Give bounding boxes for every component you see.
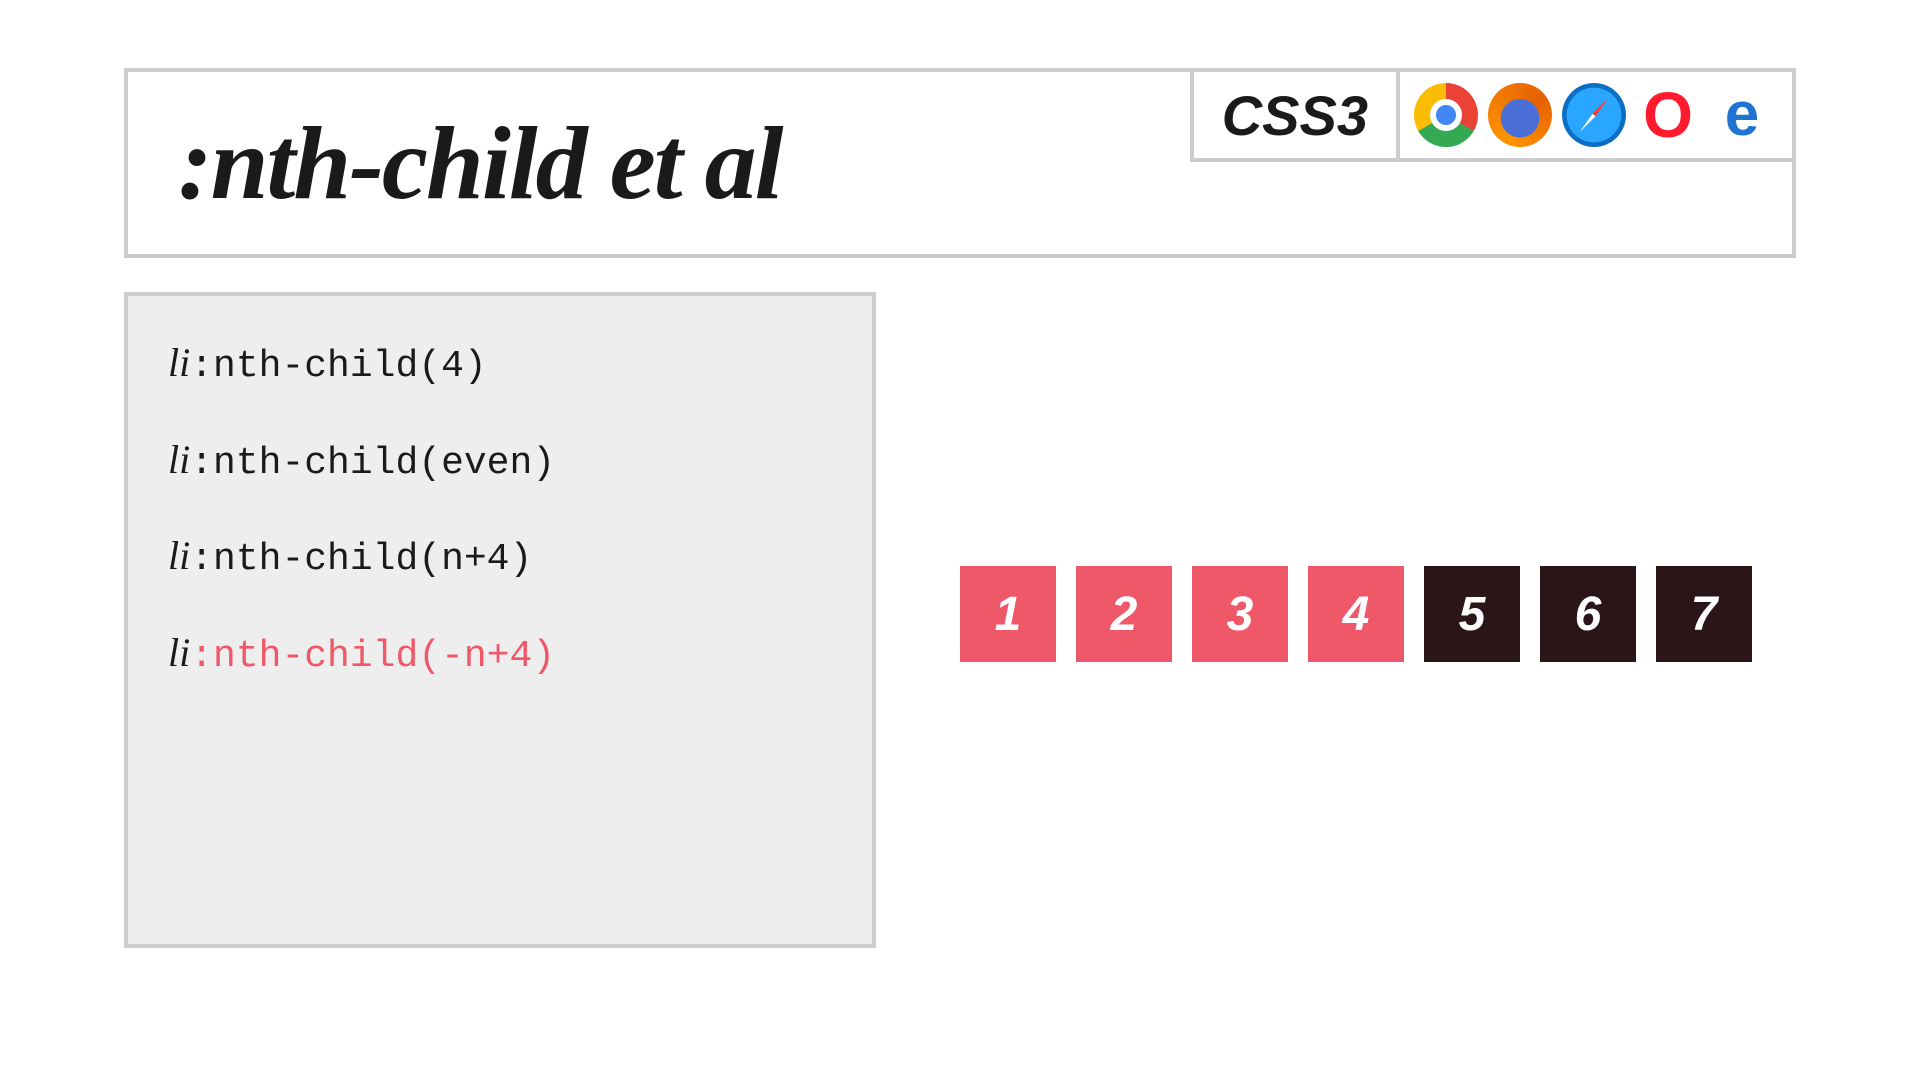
code-line: li:nth-child(4) <box>168 340 832 389</box>
code-panel: li:nth-child(4) li:nth-child(even) li:nt… <box>124 292 876 948</box>
code-selector-pseudo: :nth-child(-n+4) <box>190 635 555 678</box>
code-line: li:nth-child(even) <box>168 437 832 486</box>
chrome-icon <box>1414 83 1478 147</box>
code-selector-element: li <box>168 340 190 385</box>
code-selector-pseudo: :nth-child(4) <box>190 345 486 388</box>
code-line-active: li:nth-child(-n+4) <box>168 630 832 679</box>
code-line: li:nth-child(n+4) <box>168 533 832 582</box>
safari-icon <box>1562 83 1626 147</box>
title-area: :nth-child et al <box>128 72 1190 254</box>
list-item: 6 <box>1540 566 1636 662</box>
code-selector-pseudo: :nth-child(n+4) <box>190 538 532 581</box>
code-selector-element: li <box>168 630 190 675</box>
code-selector-element: li <box>168 533 190 578</box>
list-item: 7 <box>1656 566 1752 662</box>
list-item: 3 <box>1192 566 1288 662</box>
firefox-icon <box>1488 83 1552 147</box>
browser-support: CSS3 O e <box>1190 72 1792 254</box>
browser-icons: O e <box>1396 72 1792 162</box>
list-item: 1 <box>960 566 1056 662</box>
list-item: 4 <box>1308 566 1404 662</box>
edge-icon: e <box>1710 83 1774 147</box>
list-item: 2 <box>1076 566 1172 662</box>
number-boxes: 1 2 3 4 5 6 7 <box>960 566 1752 662</box>
code-selector-pseudo: :nth-child(even) <box>190 442 555 485</box>
slide-title: :nth-child et al <box>178 104 782 223</box>
opera-icon: O <box>1636 83 1700 147</box>
code-selector-element: li <box>168 437 190 482</box>
list-item: 5 <box>1424 566 1520 662</box>
spec-label: CSS3 <box>1190 72 1396 162</box>
header: :nth-child et al CSS3 O e <box>124 68 1796 258</box>
